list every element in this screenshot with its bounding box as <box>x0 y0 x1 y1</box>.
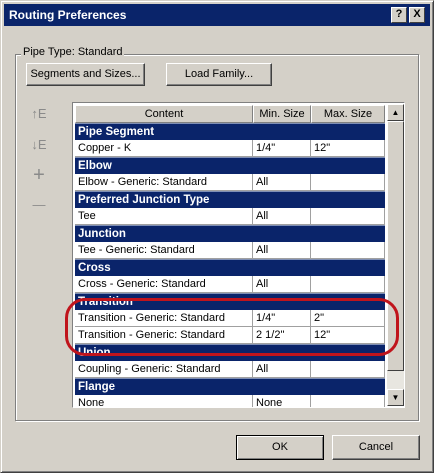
table-row[interactable]: Transition - Generic: Standard 1/4" 2" <box>75 310 385 327</box>
title-bar[interactable]: Routing Preferences ? X <box>4 4 430 26</box>
max-size-cell[interactable] <box>311 395 385 407</box>
content-cell[interactable]: Tee <box>75 208 253 225</box>
cancel-label: Cancel <box>358 441 394 453</box>
close-button[interactable]: X <box>409 7 425 23</box>
load-family-button[interactable]: Load Family... <box>166 63 272 86</box>
max-size-cell[interactable] <box>311 276 385 293</box>
content-cell[interactable]: Cross - Generic: Standard <box>75 276 253 293</box>
group-header-row[interactable]: Flange <box>75 378 385 395</box>
table-row[interactable]: Coupling - Generic: Standard All <box>75 361 385 378</box>
ok-button[interactable]: OK <box>236 435 324 460</box>
table-header: Content Min. Size Max. Size <box>75 105 385 123</box>
min-size-cell[interactable]: All <box>253 276 311 293</box>
cancel-button[interactable]: Cancel <box>332 435 420 460</box>
max-size-cell[interactable]: 2" <box>311 310 385 327</box>
max-size-cell[interactable]: 12" <box>311 327 385 344</box>
min-size-cell[interactable]: All <box>253 208 311 225</box>
content-cell[interactable]: Transition - Generic: Standard <box>75 327 253 344</box>
group-header-row[interactable]: Union <box>75 344 385 361</box>
table-row[interactable]: Elbow - Generic: Standard All <box>75 174 385 191</box>
remove-row-icon[interactable]: — <box>29 195 49 215</box>
table-row[interactable]: Tee All <box>75 208 385 225</box>
max-size-cell[interactable] <box>311 242 385 259</box>
scroll-up-icon[interactable]: ▲ <box>387 104 404 121</box>
group-header-row[interactable]: Transition <box>75 293 385 310</box>
max-size-cell[interactable] <box>311 361 385 378</box>
min-size-cell[interactable]: 1/4" <box>253 310 311 327</box>
min-size-cell[interactable]: 2 1/2" <box>253 327 311 344</box>
max-size-cell[interactable] <box>311 208 385 225</box>
group-header-row[interactable]: Junction <box>75 225 385 242</box>
content-cell[interactable]: Tee - Generic: Standard <box>75 242 253 259</box>
min-size-cell[interactable]: None <box>253 395 311 407</box>
min-size-cell[interactable]: All <box>253 174 311 191</box>
segments-and-sizes-label: Segments and Sizes... <box>30 68 141 80</box>
min-size-cell[interactable]: All <box>253 361 311 378</box>
routing-table[interactable]: Content Min. Size Max. Size Pipe Segment… <box>72 102 405 408</box>
header-min-size[interactable]: Min. Size <box>253 105 311 123</box>
table-body: Pipe Segment Copper - K 1/4" 12" Elbow Elbow … <box>75 123 385 407</box>
vertical-scrollbar[interactable]: ▲ ▼ <box>387 104 404 406</box>
routing-preferences-dialog: Routing Preferences ? X Pipe Type: Stand… <box>0 0 434 473</box>
content-cell[interactable]: Copper - K <box>75 140 253 157</box>
add-row-icon[interactable]: + <box>29 165 49 185</box>
content-cell[interactable]: Coupling - Generic: Standard <box>75 361 253 378</box>
max-size-cell[interactable] <box>311 174 385 191</box>
min-size-cell[interactable]: All <box>253 242 311 259</box>
scroll-thumb[interactable] <box>387 121 404 371</box>
help-button[interactable]: ? <box>391 7 407 23</box>
move-down-icon[interactable]: ↓E <box>29 135 49 155</box>
ok-label: OK <box>272 441 288 453</box>
table-row[interactable]: Transition - Generic: Standard 2 1/2" 12" <box>75 327 385 344</box>
content-cell[interactable]: Transition - Generic: Standard <box>75 310 253 327</box>
header-content[interactable]: Content <box>75 105 253 123</box>
content-cell[interactable]: Elbow - Generic: Standard <box>75 174 253 191</box>
segments-and-sizes-button[interactable]: Segments and Sizes... <box>26 63 145 86</box>
load-family-label: Load Family... <box>184 68 254 80</box>
content-cell[interactable]: None <box>75 395 253 407</box>
min-size-cell[interactable]: 1/4" <box>253 140 311 157</box>
scroll-down-icon[interactable]: ▼ <box>387 389 404 406</box>
header-max-size[interactable]: Max. Size <box>311 105 385 123</box>
table-row[interactable]: Copper - K 1/4" 12" <box>75 140 385 157</box>
group-header-row[interactable]: Elbow <box>75 157 385 174</box>
move-up-icon[interactable]: ↑E <box>29 104 49 124</box>
group-header-row[interactable]: Preferred Junction Type <box>75 191 385 208</box>
group-header-row[interactable]: Pipe Segment <box>75 123 385 140</box>
table-row[interactable]: Tee - Generic: Standard All <box>75 242 385 259</box>
window-title: Routing Preferences <box>9 8 127 22</box>
table-row[interactable]: Cross - Generic: Standard All <box>75 276 385 293</box>
pipe-type-label: Pipe Type: Standard <box>21 46 125 58</box>
table-row[interactable]: None None <box>75 395 385 407</box>
group-header-row[interactable]: Cross <box>75 259 385 276</box>
max-size-cell[interactable]: 12" <box>311 140 385 157</box>
